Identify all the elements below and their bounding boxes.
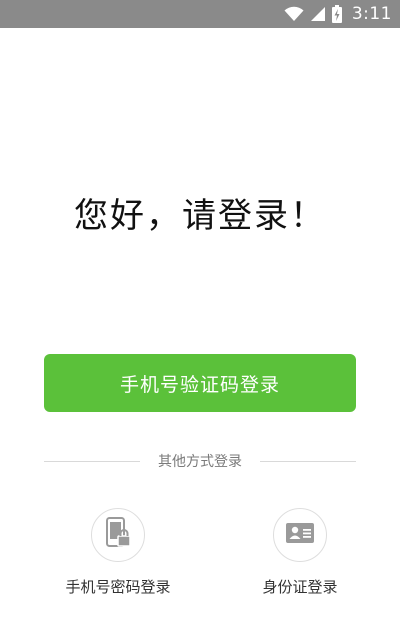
other-methods-divider: 其他方式登录	[44, 449, 356, 473]
password-login-option[interactable]: 手机号密码登录	[48, 508, 188, 597]
password-login-label: 手机号密码登录	[65, 578, 171, 596]
battery-charging-icon	[331, 5, 342, 23]
other-methods-label: 其他方式登录	[158, 454, 242, 470]
id-card-login-option[interactable]: 身份证登录	[230, 508, 370, 597]
phone-lock-icon	[103, 516, 133, 554]
id-card-login-icon-circle[interactable]	[273, 508, 327, 562]
signal-icon	[310, 6, 326, 22]
divider-line-right	[260, 460, 356, 462]
id-card-icon	[285, 522, 315, 548]
sms-login-button[interactable]: 手机号验证码登录	[44, 354, 356, 412]
wifi-icon	[284, 6, 304, 22]
password-login-icon-circle[interactable]	[91, 508, 145, 562]
page-title: 您好，请登录！	[74, 196, 326, 236]
status-time: 3:11	[351, 4, 392, 24]
id-card-login-label: 身份证登录	[262, 578, 338, 596]
status-bar: 3:11	[0, 0, 400, 28]
divider-line-left	[44, 460, 140, 462]
